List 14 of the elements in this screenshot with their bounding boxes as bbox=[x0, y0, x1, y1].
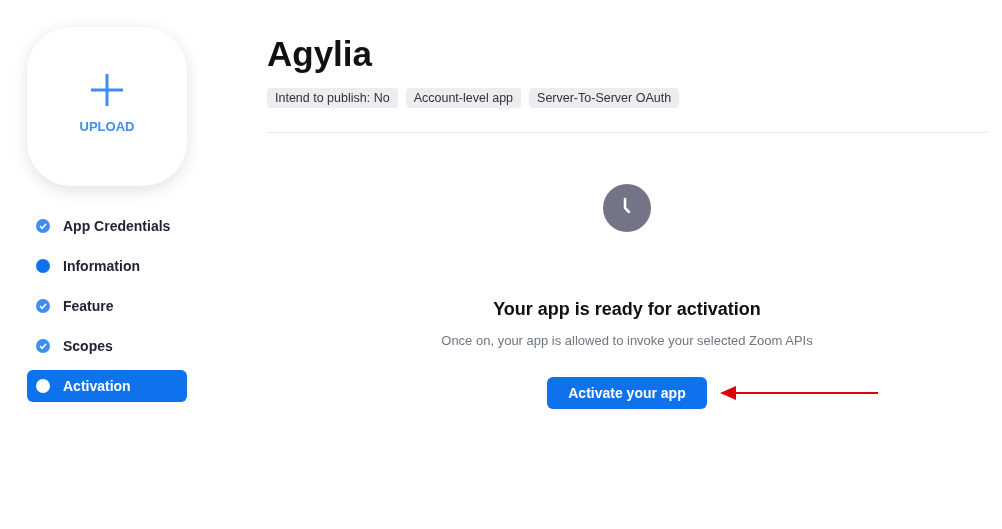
step-item[interactable]: Information bbox=[27, 250, 187, 282]
step-item[interactable]: Feature bbox=[27, 290, 187, 322]
activate-button[interactable]: Activate your app bbox=[547, 377, 707, 409]
tag: Account-level app bbox=[405, 88, 522, 108]
plus-icon bbox=[90, 73, 124, 107]
tag: Server-To-Server OAuth bbox=[529, 88, 680, 108]
step-item[interactable]: Scopes bbox=[27, 330, 187, 362]
step-item[interactable]: App Credentials bbox=[27, 210, 187, 242]
step-item[interactable]: Activation bbox=[27, 370, 187, 402]
activation-heading: Your app is ready for activation bbox=[493, 298, 761, 320]
tag: Intend to publish: No bbox=[267, 88, 398, 108]
app-title: Agylia bbox=[267, 34, 374, 74]
clock-icon bbox=[603, 184, 651, 232]
activation-description: Once on, your app is allowed to invoke your selected Zoom APIs bbox=[441, 333, 813, 348]
